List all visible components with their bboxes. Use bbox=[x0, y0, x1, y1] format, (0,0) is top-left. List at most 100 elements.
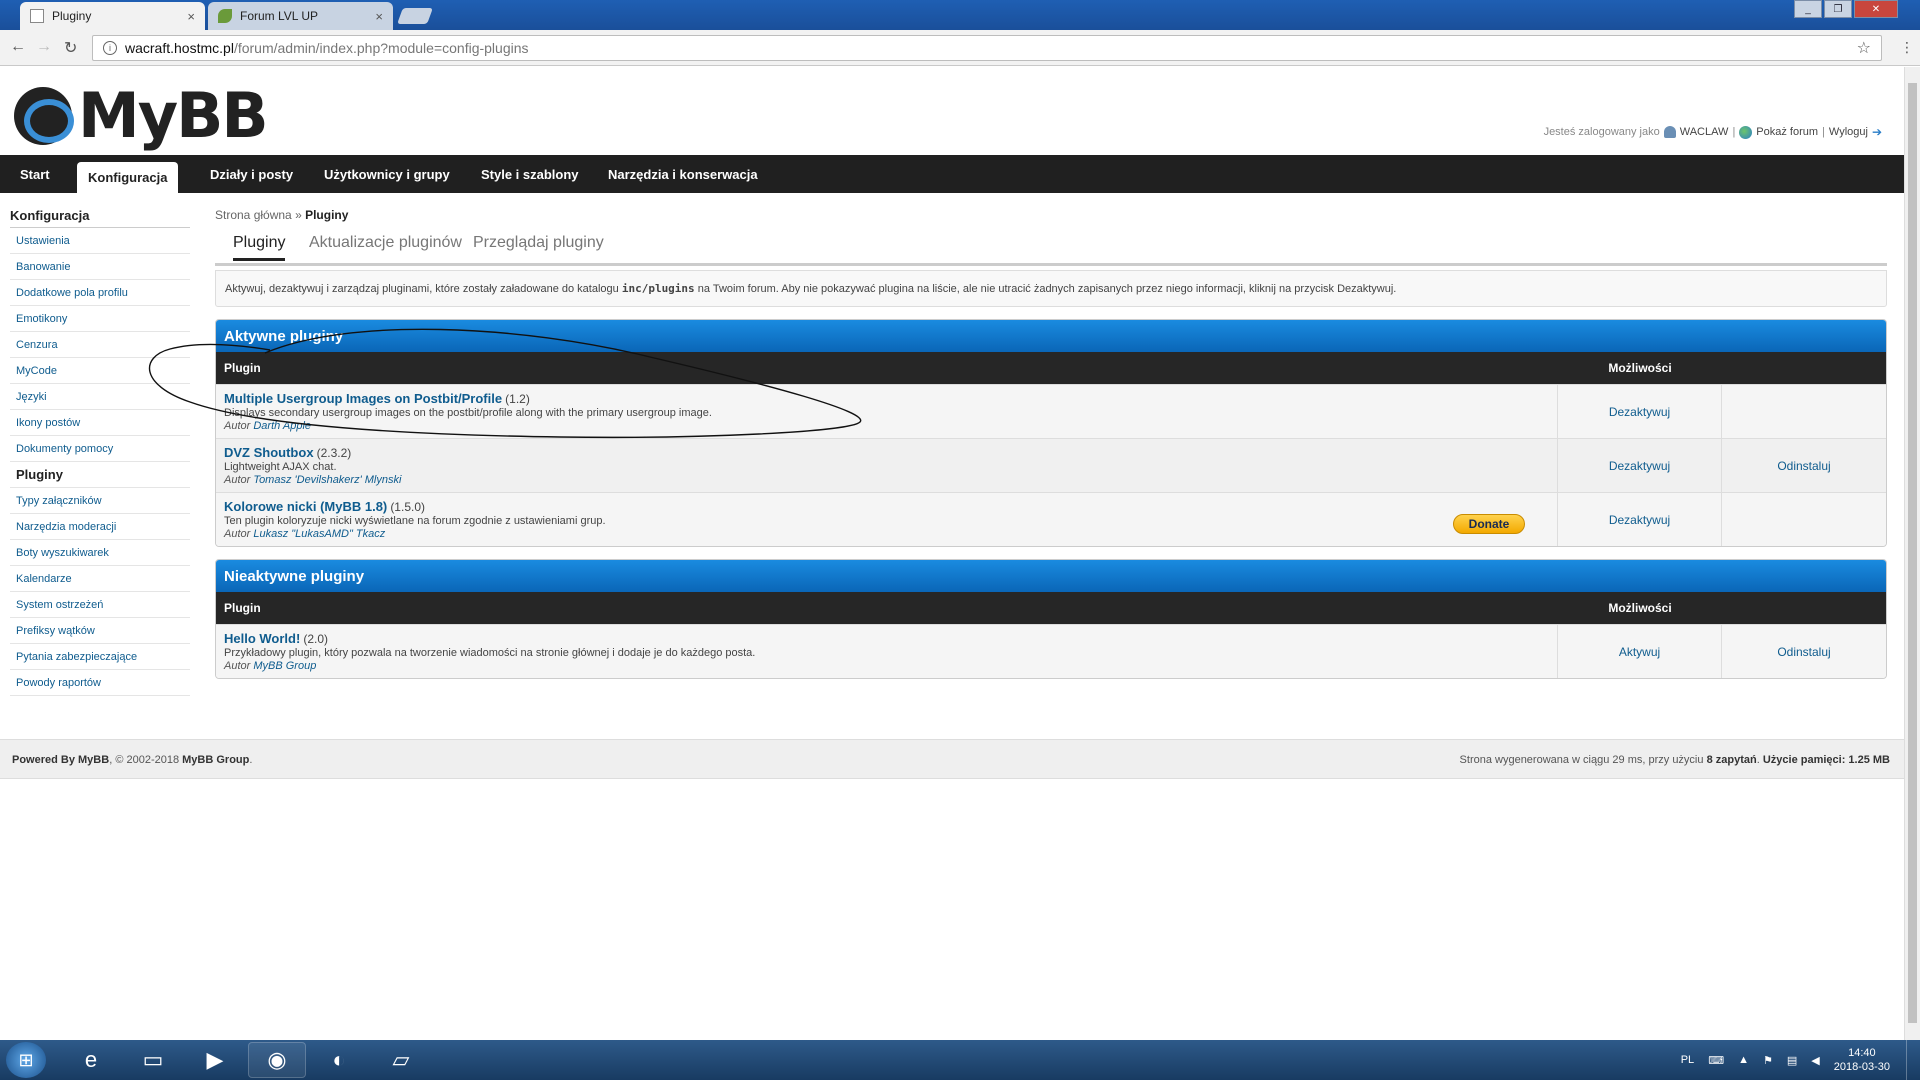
sidebar-item-system-ostrzezen[interactable]: System ostrzeżeń bbox=[10, 592, 190, 618]
logo[interactable]: MyBB bbox=[14, 79, 269, 152]
col-plugin: Plugin bbox=[224, 601, 261, 615]
sidebar-item-ikony-postow[interactable]: Ikony postów bbox=[10, 410, 190, 436]
nav-start[interactable]: Start bbox=[20, 155, 50, 193]
sidebar-item-narzedzia-moderacji[interactable]: Narzędzia moderacji bbox=[10, 514, 190, 540]
nav-konfiguracja[interactable]: Konfiguracja bbox=[77, 162, 179, 193]
language-indicator[interactable]: PL bbox=[1681, 1054, 1694, 1066]
logout-icon: ➔ bbox=[1871, 125, 1882, 139]
plugin-author: Autor Tomasz 'Devilshakerz' Mlynski bbox=[224, 474, 402, 486]
sidebar-item-typy-zalacznikow[interactable]: Typy załączników bbox=[10, 488, 190, 514]
plugin-version: (2.0) bbox=[303, 632, 329, 646]
internet-explorer-icon[interactable]: e bbox=[62, 1042, 120, 1078]
sidebar-item-dodatkowe-pola[interactable]: Dodatkowe pola profilu bbox=[10, 280, 190, 306]
col-options: Możliwości bbox=[1608, 361, 1672, 375]
uninstall-link[interactable]: Odinstaluj bbox=[1722, 625, 1886, 678]
window-close-button[interactable]: ✕ bbox=[1854, 0, 1898, 18]
clock[interactable]: 14:40 2018-03-30 bbox=[1834, 1046, 1890, 1074]
sidebar-item-mycode[interactable]: MyCode bbox=[10, 358, 190, 384]
sidebar-item-powody-raportow[interactable]: Powody raportów bbox=[10, 670, 190, 696]
notepad-icon[interactable]: ▱ bbox=[372, 1042, 430, 1078]
tab-pluginy[interactable]: Pluginy × bbox=[20, 2, 205, 30]
info-icon[interactable]: i bbox=[103, 41, 117, 55]
nav-uzytkownicy-i-grupy[interactable]: Użytkownicy i grupy bbox=[324, 155, 450, 193]
menu-icon[interactable]: ⋮ bbox=[1900, 39, 1914, 56]
plugin-info: DVZ Shoutbox (2.3.2) Lightweight AJAX ch… bbox=[216, 439, 1558, 492]
url-host: wacraft.hostmc.pl bbox=[125, 40, 234, 56]
volume-icon[interactable]: ◀ bbox=[1811, 1054, 1819, 1067]
author-link[interactable]: MyBB Group bbox=[253, 660, 316, 672]
folder-icon[interactable]: ▭ bbox=[124, 1042, 182, 1078]
show-desktop-button[interactable] bbox=[1906, 1040, 1920, 1080]
tray-expand-icon[interactable]: ▲ bbox=[1738, 1054, 1749, 1066]
back-icon[interactable]: ← bbox=[10, 38, 26, 56]
plugin-desc: Ten plugin koloryzuje nicki wyświetlane … bbox=[224, 515, 606, 527]
address-bar[interactable]: i wacraft.hostmc.pl /forum/admin/index.p… bbox=[92, 35, 1882, 61]
plugin-desc: Lightweight AJAX chat. bbox=[224, 461, 337, 473]
reload-icon[interactable]: ↻ bbox=[64, 38, 77, 58]
subtab-pluginy[interactable]: Pluginy bbox=[233, 234, 286, 261]
clock-date: 2018-03-30 bbox=[1833, 1061, 1890, 1073]
table-row: Multiple Usergroup Images on Postbit/Pro… bbox=[216, 384, 1886, 438]
scrollbar[interactable] bbox=[1904, 67, 1920, 1040]
plugin-name[interactable]: Kolorowe nicki (MyBB 1.8) bbox=[224, 499, 387, 514]
sidebar-item-ustawienia[interactable]: Ustawienia bbox=[10, 228, 190, 254]
close-icon[interactable]: × bbox=[187, 9, 195, 24]
sidebar-item-kalendarze[interactable]: Kalendarze bbox=[10, 566, 190, 592]
media-player-icon[interactable]: ▶ bbox=[186, 1042, 244, 1078]
column-header-row: Plugin Możliwości bbox=[216, 352, 1886, 384]
activate-link[interactable]: Aktywuj bbox=[1558, 625, 1722, 678]
new-tab-button[interactable] bbox=[397, 8, 433, 24]
close-icon[interactable]: × bbox=[375, 9, 383, 24]
author-link[interactable]: Darth Apple bbox=[253, 420, 311, 432]
subtab-przegladaj[interactable]: Przeglądaj pluginy bbox=[473, 234, 604, 252]
deactivate-link[interactable]: Dezaktywuj bbox=[1558, 385, 1722, 438]
windows-start-icon[interactable]: ⊞ bbox=[6, 1042, 46, 1078]
nav-narzedzia-i-konserwacja[interactable]: Narzędzia i konserwacja bbox=[608, 155, 758, 193]
sidebar-item-jezyki[interactable]: Języki bbox=[10, 384, 190, 410]
plugin-name[interactable]: Multiple Usergroup Images on Postbit/Pro… bbox=[224, 391, 502, 406]
sidebar-item-dokumenty-pomocy[interactable]: Dokumenty pomocy bbox=[10, 436, 190, 462]
active-plugins-table: Aktywne pluginy Plugin Możliwości Multip… bbox=[215, 319, 1887, 547]
deactivate-link[interactable]: Dezaktywuj bbox=[1558, 493, 1722, 546]
author-link[interactable]: Lukasz "LukasAMD" Tkacz bbox=[253, 528, 385, 540]
sidebar-item-pluginy[interactable]: Pluginy bbox=[10, 462, 190, 488]
subtab-aktualizacje[interactable]: Aktualizacje pluginów bbox=[309, 234, 462, 252]
scrollbar-thumb[interactable] bbox=[1908, 83, 1917, 1023]
keyboard-icon[interactable]: ⌨ bbox=[1708, 1054, 1724, 1067]
tab-forum-lvl-up[interactable]: Forum LVL UP × bbox=[208, 2, 393, 30]
nav-style-i-szablony[interactable]: Style i szablony bbox=[481, 155, 579, 193]
view-forum-link[interactable]: Pokaż forum bbox=[1756, 126, 1818, 138]
app-icon[interactable]: ◐ bbox=[310, 1042, 368, 1078]
breadcrumb-home[interactable]: Strona główna bbox=[215, 208, 292, 222]
sidebar-item-boty-wyszukiwarek[interactable]: Boty wyszukiwarek bbox=[10, 540, 190, 566]
mybb-group-link[interactable]: MyBB Group bbox=[182, 754, 249, 766]
notice-box: Aktywuj, dezaktywuj i zarządzaj pluginam… bbox=[215, 270, 1887, 307]
maximize-button[interactable]: ❐ bbox=[1824, 0, 1852, 18]
sidebar-item-emotikony[interactable]: Emotikony bbox=[10, 306, 190, 332]
clock-time: 14:40 bbox=[1848, 1047, 1876, 1059]
sidebar-item-pytania-zabezpieczajace[interactable]: Pytania zabezpieczające bbox=[10, 644, 190, 670]
table-row: Kolorowe nicki (MyBB 1.8) (1.5.0) Ten pl… bbox=[216, 492, 1886, 546]
deactivate-link[interactable]: Dezaktywuj bbox=[1558, 439, 1722, 492]
header: MyBB Jesteś zalogowany jako WACLAW | Pok… bbox=[0, 67, 1904, 155]
network-icon[interactable]: ▤ bbox=[1787, 1054, 1797, 1067]
donate-button[interactable]: Donate bbox=[1453, 514, 1525, 534]
sidebar-item-prefiksy-watkow[interactable]: Prefiksy wątków bbox=[10, 618, 190, 644]
plugin-name[interactable]: Hello World! bbox=[224, 631, 300, 646]
forward-icon[interactable]: → bbox=[36, 38, 52, 56]
minimize-button[interactable]: _ bbox=[1794, 0, 1822, 18]
flag-icon[interactable]: ⚑ bbox=[1763, 1054, 1773, 1067]
sidebar-item-cenzura[interactable]: Cenzura bbox=[10, 332, 190, 358]
author-link[interactable]: Tomasz 'Devilshakerz' Mlynski bbox=[253, 474, 401, 486]
plugin-name[interactable]: DVZ Shoutbox bbox=[224, 445, 314, 460]
nav-dzialy-i-posty[interactable]: Działy i posty bbox=[210, 155, 293, 193]
uninstall-link[interactable]: Odinstaluj bbox=[1722, 439, 1886, 492]
welcome-prefix: Jesteś zalogowany jako bbox=[1543, 126, 1660, 138]
username-link[interactable]: WACLAW bbox=[1680, 126, 1729, 138]
subtabs: Pluginy Aktualizacje pluginów Przeglądaj… bbox=[215, 230, 1887, 266]
chrome-icon[interactable]: ◉ bbox=[248, 1042, 306, 1078]
sidebar-item-banowanie[interactable]: Banowanie bbox=[10, 254, 190, 280]
col-plugin: Plugin bbox=[224, 361, 261, 375]
star-icon[interactable]: ☆ bbox=[1857, 38, 1871, 58]
logout-link[interactable]: Wyloguj bbox=[1829, 126, 1868, 138]
